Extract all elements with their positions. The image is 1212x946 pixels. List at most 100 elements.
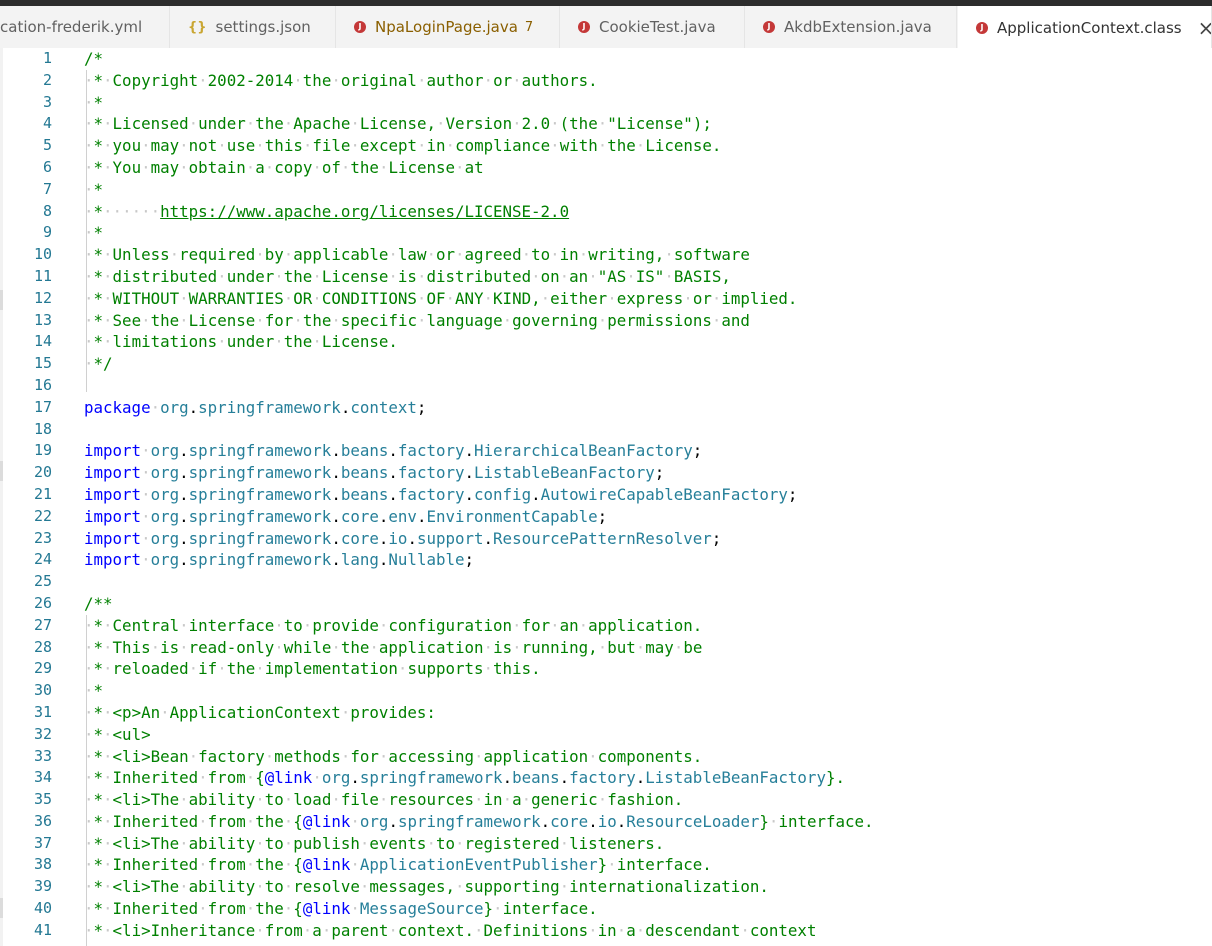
line-number: 23 (33, 528, 52, 547)
code-line[interactable]: ·*·reloaded·if·the·implementation·suppor… (84, 658, 874, 680)
code-line[interactable]: ·*/ (84, 353, 874, 375)
code-line[interactable]: ·*·You·may·obtain·a·copy·of·the·License·… (84, 157, 874, 179)
code-line[interactable]: ·* (84, 222, 874, 244)
code-line[interactable]: ·*·distributed·under·the·License·is·dist… (84, 266, 874, 288)
line-number: 16 (33, 375, 52, 394)
line-number: 24 (33, 550, 52, 569)
code-line[interactable]: ·*·Unless·required·by·applicable·law·or·… (84, 244, 874, 266)
code-line[interactable]: ·*·Licensed·under·the·Apache·License,·Ve… (84, 113, 874, 135)
code-line[interactable]: import·org.springframework.beans.factory… (84, 462, 874, 484)
line-number-gutter: 1 2 3 4 5 6 7 8 9 10 11 12 13 14 15 16 17 18 19 20 21 22 23 24 2… (0, 48, 62, 942)
code-line[interactable]: ·*·WITHOUT·WARRANTIES·OR·CONDITIONS·OF·A… (84, 288, 874, 310)
line-number: 3 (42, 92, 52, 111)
code-line[interactable]: ·*·Central·interface·to·provide·configur… (84, 615, 874, 637)
line-number: 41 (33, 920, 52, 939)
line-number: 26 (33, 593, 52, 612)
code-line[interactable]: ·*·This·is·read-only·while·the·applicati… (84, 637, 874, 659)
line-number: 17 (33, 397, 52, 416)
tab-5[interactable]: J ApplicationContext.class × (958, 6, 1212, 48)
java-file-icon: J (578, 21, 590, 33)
code-line[interactable]: import·org.springframework.lang.Nullable… (84, 549, 874, 571)
code-lines[interactable]: /* ·*·Copyright·2002-2014·the·original·au… (84, 48, 874, 942)
line-number: 27 (33, 615, 52, 634)
code-line[interactable]: ·*·<li>Bean·factory·methods·for·accessin… (84, 746, 874, 768)
line-number: 8 (42, 201, 52, 220)
tab-label: ApplicationContext.class (997, 18, 1182, 37)
line-number: 38 (33, 855, 52, 874)
tab-4[interactable]: J AkdbExtension.java (745, 6, 957, 48)
line-number: 31 (33, 702, 52, 721)
line-number: 29 (33, 659, 52, 678)
code-line[interactable]: package·org.springframework.context; (84, 397, 874, 419)
line-number: 32 (33, 724, 52, 743)
line-number: 35 (33, 790, 52, 809)
java-file-icon: J (354, 21, 366, 33)
code-line[interactable]: ·*·Inherited·from·the·{@link·org.springf… (84, 811, 874, 833)
tab-2[interactable]: J NpaLoginPage.java 7 (336, 6, 560, 48)
code-line[interactable]: import·org.springframework.core.io.suppo… (84, 528, 874, 550)
line-number: 2 (42, 70, 52, 89)
tab-3[interactable]: J CookieTest.java (560, 6, 745, 48)
code-line[interactable]: ·*·See·the·License·for·the·specific·lang… (84, 310, 874, 332)
code-line[interactable]: ·*·<li>The·ability·to·publish·events·to·… (84, 833, 874, 855)
code-line[interactable]: /** (84, 593, 874, 615)
code-line[interactable]: ·* (84, 680, 874, 702)
code-line[interactable]: ·* (84, 92, 874, 114)
line-number: 11 (33, 266, 52, 285)
line-number: 37 (33, 833, 52, 852)
line-number: 20 (33, 463, 52, 482)
line-number: 12 (33, 288, 52, 307)
line-number: 1 (42, 49, 52, 67)
line-number: 30 (33, 681, 52, 700)
code-line[interactable]: import·org.springframework.beans.factory… (84, 440, 874, 462)
line-number: 33 (33, 746, 52, 765)
tab-label: AkdbExtension.java (784, 18, 932, 36)
tab-1[interactable]: {} settings.json (170, 6, 336, 48)
code-line[interactable] (84, 571, 874, 593)
line-number: 34 (33, 768, 52, 787)
tab-label: cation-frederik.yml (0, 18, 143, 36)
code-line[interactable]: ·*·Inherited·from·the·{@link·Application… (84, 854, 874, 876)
line-number: 36 (33, 811, 52, 830)
json-file-icon: {} (188, 19, 207, 35)
code-line[interactable]: ·*·<ul> (84, 724, 874, 746)
line-number: 19 (33, 441, 52, 460)
code-line[interactable]: ·*·<li>Inheritance·from·a·parent·context… (84, 920, 874, 942)
line-number: 7 (42, 179, 52, 198)
code-line[interactable]: ·*······https://www.apache.org/licenses/… (84, 201, 874, 223)
line-number: 21 (33, 484, 52, 503)
line-number: 15 (33, 354, 52, 373)
java-file-icon: J (976, 21, 988, 34)
code-line[interactable]: ·*·<p>An·ApplicationContext·provides: (84, 702, 874, 724)
code-line[interactable]: ·*·you·may·not·use·this·file·except·in·c… (84, 135, 874, 157)
line-number: 28 (33, 637, 52, 656)
code-line[interactable]: ·*·Inherited·from·the·{@link·MessageSour… (84, 898, 874, 920)
tab-0[interactable]: cation-frederik.yml (0, 6, 170, 48)
editor-tab-bar: cation-frederik.yml {} settings.json J NpaLo… (0, 6, 1212, 49)
code-line[interactable]: import·org.springframework.beans.factory… (84, 484, 874, 506)
code-line[interactable] (84, 419, 874, 441)
code-line[interactable]: /* (84, 48, 874, 70)
tab-label: settings.json (215, 18, 311, 36)
code-editor[interactable]: 1 2 3 4 5 6 7 8 9 10 11 12 13 14 15 16 17 18 19 20 21 22 23 24 2… (0, 48, 1212, 946)
line-number: 6 (42, 157, 52, 176)
code-line[interactable]: ·*·limitations·under·the·License. (84, 331, 874, 353)
close-icon[interactable]: × (1198, 18, 1211, 38)
code-line[interactable]: ·*·Inherited·from·{@link·org.springframe… (84, 767, 874, 789)
line-number: 13 (33, 310, 52, 329)
line-number: 4 (42, 114, 52, 133)
code-line[interactable] (84, 375, 874, 397)
code-line[interactable]: import·org.springframework.core.env.Envi… (84, 506, 874, 528)
tab-label: CookieTest.java (599, 18, 716, 36)
problem-count-badge: 7 (524, 19, 534, 35)
line-number: 18 (33, 419, 52, 438)
code-line[interactable]: ·*·Copyright·2002-2014·the·original·auth… (84, 70, 874, 92)
code-line[interactable]: ·*·<li>The·ability·to·resolve·messages,·… (84, 876, 874, 898)
line-number: 14 (33, 332, 52, 351)
code-line[interactable]: ·* (84, 179, 874, 201)
java-file-icon: J (763, 21, 775, 33)
line-number: 39 (33, 877, 52, 896)
code-line[interactable]: ·*·<li>The·ability·to·load·file·resource… (84, 789, 874, 811)
line-number: 40 (33, 899, 52, 918)
line-number: 25 (33, 572, 52, 591)
